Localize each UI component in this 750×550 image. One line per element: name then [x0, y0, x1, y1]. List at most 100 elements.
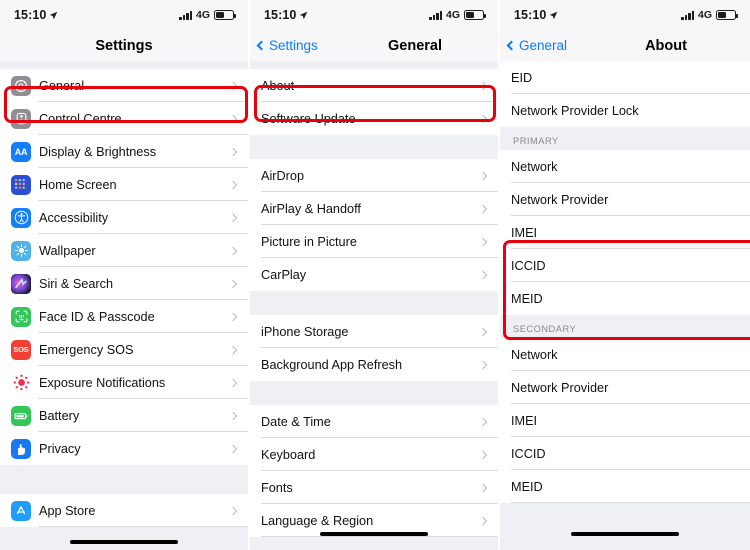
list-item-iphone-storage[interactable]: iPhone Storage — [250, 315, 498, 348]
list-item-about[interactable]: About — [250, 69, 498, 102]
list-item-imei[interactable]: IMEI — [500, 216, 750, 249]
sidebar-item-accessibility[interactable]: Accessibility — [0, 201, 248, 234]
list-item-label: iPhone Storage — [261, 324, 349, 339]
chevron-right-icon — [478, 270, 488, 279]
sidebar-item-face-id-passcode[interactable]: Face ID & Passcode — [0, 300, 248, 333]
list-item-background-app-refresh[interactable]: Background App Refresh — [250, 348, 498, 381]
list-item-carplay[interactable]: CarPlay — [250, 258, 498, 291]
home-indicator — [70, 539, 178, 544]
location-arrow-icon — [300, 11, 308, 19]
about-list[interactable]: EID Network Provider Lock PRIMARY Networ… — [500, 61, 750, 550]
row-separator — [38, 526, 248, 527]
sidebar-item-privacy[interactable]: Privacy — [0, 432, 248, 465]
list-item-label: Keyboard — [261, 447, 316, 462]
list-top-gap — [250, 61, 498, 69]
sidebar-item-label: Emergency SOS — [39, 342, 134, 357]
sidebar-item-emergency-sos[interactable]: SOS Emergency SOS — [0, 333, 248, 366]
page-title: Settings — [95, 37, 153, 54]
list-item-airdrop[interactable]: AirDrop — [250, 159, 498, 192]
app-store-icon — [11, 500, 31, 521]
chevron-right-icon — [478, 516, 488, 525]
list-item-label: CarPlay — [261, 267, 307, 282]
chevron-right-icon — [228, 246, 238, 255]
status-bar-indicators: 4G — [429, 9, 486, 21]
display-brightness-icon: AA — [11, 141, 31, 162]
sidebar-item-battery[interactable]: Battery — [0, 399, 248, 432]
sidebar-item-app-store[interactable]: App Store — [0, 494, 248, 527]
general-group-4: Date & Time Keyboard Fonts Language & Re… — [250, 405, 498, 537]
chevron-right-icon — [478, 81, 488, 90]
nav-bar: General About — [500, 30, 750, 61]
list-section-gap — [250, 291, 498, 315]
list-item-keyboard[interactable]: Keyboard — [250, 438, 498, 471]
list-item-date-time[interactable]: Date & Time — [250, 405, 498, 438]
list-item-meid[interactable]: MEID — [500, 282, 750, 315]
sidebar-item-display-brightness[interactable]: AA Display & Brightness — [0, 135, 248, 168]
sidebar-item-label: Accessibility — [39, 210, 109, 225]
list-item-eid[interactable]: EID — [500, 61, 750, 94]
back-button-general[interactable]: General — [506, 38, 567, 53]
list-item-network-provider[interactable]: Network Provider — [500, 371, 750, 404]
list-item-network[interactable]: Network — [500, 338, 750, 371]
sidebar-item-wallpaper[interactable]: Wallpaper — [0, 234, 248, 267]
sidebar-item-label: App Store — [39, 503, 96, 518]
three-screenshot-sequence: 15:10 4G Settings General Control Centre… — [0, 0, 750, 550]
list-item-network-provider-lock[interactable]: Network Provider Lock — [500, 94, 750, 127]
list-item-fonts[interactable]: Fonts — [250, 471, 498, 504]
list-item-picture-in-picture[interactable]: Picture in Picture — [250, 225, 498, 258]
home-indicator — [571, 531, 679, 536]
accessibility-icon — [11, 207, 31, 228]
status-bar-indicators: 4G — [681, 9, 738, 21]
list-item-label: Background App Refresh — [261, 357, 403, 372]
list-item-label: About — [261, 78, 295, 93]
location-arrow-icon — [550, 11, 558, 19]
list-item-airplay-handoff[interactable]: AirPlay & Handoff — [250, 192, 498, 225]
list-item-label: Network — [511, 347, 558, 362]
list-item-label: Language & Region — [261, 513, 374, 528]
chevron-right-icon — [478, 114, 488, 123]
sidebar-item-control-centre[interactable]: Control Centre — [0, 102, 248, 135]
sidebar-item-label: Exposure Notifications — [39, 375, 166, 390]
chevron-right-icon — [228, 345, 238, 354]
list-item-iccid[interactable]: ICCID — [500, 249, 750, 282]
chevron-right-icon — [228, 506, 238, 515]
status-bar: 15:10 4G — [250, 0, 498, 30]
row-separator — [511, 502, 750, 503]
nav-bar: Settings — [0, 30, 248, 61]
list-item-meid[interactable]: MEID — [500, 470, 750, 503]
settings-list[interactable]: General Control Centre AA Display & Brig… — [0, 61, 248, 550]
chevron-right-icon — [478, 417, 488, 426]
home-screen-icon — [11, 174, 31, 195]
list-item-label: IMEI — [511, 225, 538, 240]
section-header-secondary: SECONDARY — [500, 315, 750, 338]
list-item-label: Network Provider Lock — [511, 103, 639, 118]
general-list[interactable]: About Software Update AirDrop AirPlay & … — [250, 61, 498, 550]
privacy-icon — [11, 438, 31, 459]
list-item-iccid[interactable]: ICCID — [500, 437, 750, 470]
sidebar-item-siri-search[interactable]: Siri & Search — [0, 267, 248, 300]
list-item-network[interactable]: Network — [500, 150, 750, 183]
general-group-2: AirDrop AirPlay & Handoff Picture in Pic… — [250, 159, 498, 291]
status-bar-indicators: 4G — [179, 9, 236, 21]
control-centre-icon — [11, 108, 31, 129]
list-item-label: ICCID — [511, 258, 546, 273]
network-type-label: 4G — [445, 9, 460, 21]
sidebar-item-general[interactable]: General — [0, 69, 248, 102]
list-item-network-provider[interactable]: Network Provider — [500, 183, 750, 216]
list-item-label: ICCID — [511, 446, 546, 461]
phone-screen-settings: 15:10 4G Settings General Control Centre… — [0, 0, 248, 550]
sidebar-item-home-screen[interactable]: Home Screen — [0, 168, 248, 201]
status-bar: 15:10 4G — [0, 0, 248, 30]
sidebar-item-exposure-notifications[interactable]: Exposure Notifications — [0, 366, 248, 399]
list-item-software-update[interactable]: Software Update — [250, 102, 498, 135]
section-header-primary: PRIMARY — [500, 127, 750, 150]
about-group-top: EID Network Provider Lock — [500, 61, 750, 127]
status-bar-time-group: 15:10 — [264, 8, 308, 22]
chevron-right-icon — [228, 444, 238, 453]
siri-icon — [11, 273, 31, 294]
list-item-label: Fonts — [261, 480, 293, 495]
settings-group-apps: App Store — [0, 494, 248, 527]
back-button-settings[interactable]: Settings — [256, 38, 318, 53]
list-item-imei[interactable]: IMEI — [500, 404, 750, 437]
phone-screen-about: 15:10 4G General About EID Network Provi… — [500, 0, 750, 550]
